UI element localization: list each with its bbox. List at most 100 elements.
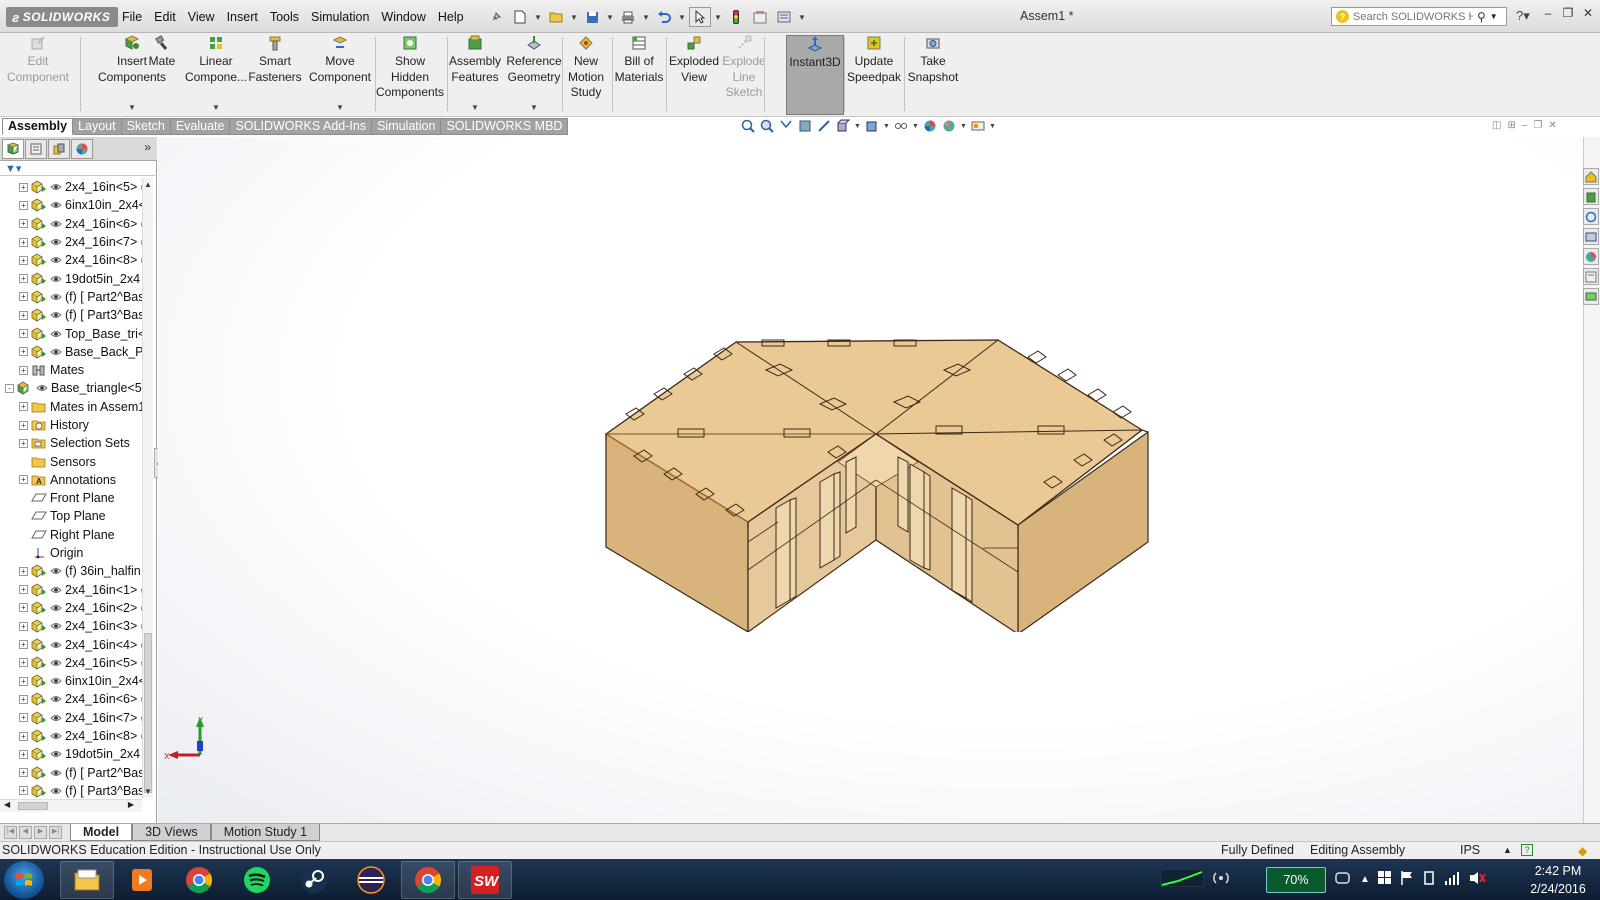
tree-item[interactable]: + (f) [ Part2^Bas [0,764,142,782]
battery-indicator[interactable]: 70% [1266,866,1326,893]
menu-tools[interactable]: Tools [264,10,305,24]
display-style-dropdown-icon[interactable]: ▼ [883,123,890,130]
tree-item[interactable]: +2x4_16in<7> ( [0,233,142,251]
filter-icon[interactable]: ▼▾ [5,162,21,175]
tree-item[interactable]: +2x4_16in<7> ( [0,709,142,727]
system-clock[interactable]: 2:42 PM 2/24/2016 [1518,862,1598,898]
new-document-icon[interactable] [509,7,531,27]
assembly-features-dropdown-icon[interactable]: ▼ [471,100,479,116]
tree-item[interactable]: +2x4_16in<5> ( [0,654,142,672]
collapse-toggle-icon[interactable]: - [5,383,14,393]
tree-horizontal-scrollbar[interactable]: ◀ ▶ [0,799,142,812]
view-settings-icon[interactable] [970,119,985,133]
save-dropdown-icon[interactable]: ▼ [605,13,615,22]
tree-item[interactable]: +2x4_16in<1> ( [0,581,142,599]
previous-view-icon[interactable] [778,119,793,133]
tree-item[interactable]: Origin [0,544,142,562]
tab-solidworks-mbd[interactable]: SOLIDWORKS MBD [441,118,569,135]
last-tab-icon[interactable]: ▶| [49,826,62,839]
solidworks-forum-icon[interactable] [1583,288,1599,305]
tree-item[interactable]: + History [0,416,142,434]
print-dropdown-icon[interactable]: ▼ [641,13,651,22]
expand-toggle-icon[interactable]: + [19,255,28,265]
scroll-down-icon[interactable]: ▼ [144,787,152,796]
section-view-icon[interactable] [797,119,812,133]
expand-toggle-icon[interactable]: + [19,786,28,796]
feature-tree-tab-icon[interactable] [2,138,24,159]
tree-item[interactable]: +2x4_16in<2> ( [0,599,142,617]
property-manager-tab-icon[interactable] [25,138,47,159]
tab-sketch[interactable]: Sketch [121,118,171,135]
show-hidden-icons-icon[interactable]: ▲ [1360,874,1370,885]
expand-toggle-icon[interactable]: + [19,274,28,284]
scroll-thumb[interactable] [144,633,152,793]
expand-toggle-icon[interactable]: + [19,621,28,631]
expand-toggle-icon[interactable]: + [19,731,28,741]
options-icon[interactable] [773,7,795,27]
bottom-tab-motion-study-1[interactable]: Motion Study 1 [210,824,321,841]
help-menu-icon[interactable]: ?▾ [1516,8,1530,24]
tree-item[interactable]: +2x4_16in<5> ( [0,178,142,196]
tab-evaluate[interactable]: Evaluate [170,118,231,135]
tab-layout[interactable]: Layout [73,118,122,135]
horizontal-scroll-thumb[interactable] [18,802,48,810]
assembly-model[interactable] [598,312,1158,632]
tree-item[interactable]: +2x4_16in<6> ( [0,690,142,708]
expand-toggle-icon[interactable]: + [19,438,28,448]
restore-icon[interactable]: ❐ [1560,6,1576,24]
tree-item[interactable]: + Base_Back_Pla [0,343,142,361]
expand-toggle-icon[interactable]: + [19,402,28,412]
file-explorer-taskbar-icon[interactable] [60,861,114,899]
move-component-dropdown-icon[interactable]: ▼ [336,100,344,116]
tile-view-icon[interactable]: ⊞ [1507,120,1515,131]
reference-geometry-button[interactable]: Reference Geometry ▼ [505,35,563,115]
configuration-manager-tab-icon[interactable] [48,138,70,159]
reference-geometry-dropdown-icon[interactable]: ▼ [530,100,538,116]
tree-item[interactable]: + Top_Base_tri< [0,324,142,342]
tree-item[interactable]: +2x4_16in<8> ( [0,251,142,269]
expand-toggle-icon[interactable]: + [19,347,28,357]
menu-window[interactable]: Window [375,10,431,24]
linear-pattern-dropdown-icon[interactable]: ▼ [212,100,220,116]
linear-pattern-button[interactable]: Linear Compone... ▼ [180,35,252,115]
expand-toggle-icon[interactable]: + [19,640,28,650]
bottom-tab-3d-views[interactable]: 3D Views [132,824,211,841]
custom-properties-icon[interactable] [1583,268,1599,285]
tree-item[interactable]: +19dot5in_2x4 [0,745,142,763]
expand-toggle-icon[interactable]: + [19,310,28,320]
expand-toggle-icon[interactable]: + [19,713,28,723]
design-library-icon[interactable] [1583,188,1599,205]
snapshot-button[interactable]: Take Snapshot [906,35,960,115]
edit-component-button[interactable]: Edit Component [5,35,71,115]
new-dropdown-icon[interactable]: ▼ [533,13,543,22]
expand-toggle-icon[interactable]: + [19,237,28,247]
expand-toggle-icon[interactable]: + [19,566,28,576]
expand-toggle-icon[interactable]: + [19,420,28,430]
view-palette-icon[interactable] [1583,228,1599,245]
unit-system[interactable]: IPS [1460,842,1480,859]
expand-toggle-icon[interactable]: + [19,475,28,485]
action-center-flag-icon[interactable] [1400,870,1414,889]
scroll-up-icon[interactable]: ▲ [144,180,152,189]
mate-button[interactable]: Mate [145,35,179,115]
motion-study-button[interactable]: New Motion Study [564,35,608,115]
viewport-restore-icon[interactable]: ❐ [1533,120,1542,131]
menu-edit[interactable]: Edit [148,10,182,24]
previous-tab-icon[interactable]: ◀ [19,826,32,839]
search-input[interactable] [1353,10,1473,23]
start-button[interactable] [4,861,44,899]
menu-file[interactable]: File [116,10,148,24]
move-component-button[interactable]: Move Component ▼ [305,35,375,115]
view-orientation-dropdown-icon[interactable]: ▼ [854,123,861,130]
unit-dropdown-icon[interactable]: ▲ [1503,842,1512,859]
expand-toggle-icon[interactable]: + [19,768,28,778]
expand-toggle-icon[interactable]: + [19,329,28,339]
options-dropdown-icon[interactable]: ▼ [797,13,807,22]
next-tab-icon[interactable]: ▶ [34,826,47,839]
chrome-window-taskbar-icon[interactable] [401,861,455,899]
expand-toggle-icon[interactable]: + [19,585,28,595]
select-dropdown-icon[interactable]: ▼ [713,13,723,22]
scroll-right-icon[interactable]: ▶ [128,800,134,809]
select-arrow-icon[interactable] [689,7,711,27]
expand-toggle-icon[interactable]: + [19,200,28,210]
